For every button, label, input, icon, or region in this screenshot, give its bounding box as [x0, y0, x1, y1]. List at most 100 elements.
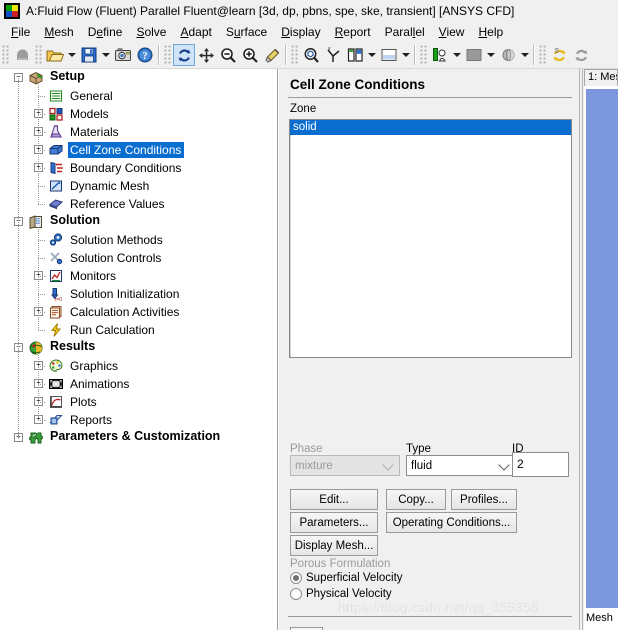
title-bar: A:Fluid Flow (Fluent) Parallel Fluent@le…	[0, 0, 618, 22]
toolbar-grip[interactable]	[291, 45, 298, 65]
lighting-head-icon[interactable]	[429, 44, 451, 66]
edit-button[interactable]: Edit...	[290, 489, 378, 510]
type-value: fluid	[411, 459, 433, 472]
toolbar-grip[interactable]	[539, 45, 546, 65]
animations-film-icon	[48, 376, 64, 392]
reference-values-icon	[48, 196, 64, 212]
graphics-palette-icon	[48, 358, 64, 374]
menu-adapt[interactable]: Adapt	[173, 23, 218, 41]
toolbar-grip[interactable]	[420, 45, 427, 65]
tree-connector	[38, 384, 46, 385]
id-input[interactable]: 2	[512, 452, 569, 477]
render-solid-icon[interactable]	[497, 44, 519, 66]
tree-connector	[38, 294, 46, 295]
tree-connector	[38, 240, 46, 241]
display-mesh-button[interactable]: Display Mesh...	[290, 535, 378, 556]
viewport-dropdown-arrow[interactable]	[366, 44, 378, 66]
open-dropdown-arrow[interactable]	[66, 44, 78, 66]
zone-list[interactable]: solid	[289, 119, 572, 358]
page-title: Cell Zone Conditions	[290, 77, 425, 92]
toolbar-separator	[158, 45, 160, 65]
zoom-fit-box-icon[interactable]	[300, 44, 322, 66]
zone-list-item[interactable]: solid	[290, 120, 571, 135]
phase-combo[interactable]: mixture	[290, 455, 400, 476]
radio-superficial-velocity[interactable]: Superficial Velocity	[290, 572, 403, 584]
toolbar-separator	[285, 45, 287, 65]
zoom-out-icon[interactable]	[217, 44, 239, 66]
save-dropdown-arrow[interactable]	[100, 44, 112, 66]
toolbar-grip[interactable]	[2, 45, 9, 65]
color-dropdown-arrow[interactable]	[485, 44, 497, 66]
run-lightning-icon	[48, 322, 64, 338]
radio-physical-velocity[interactable]: Physical Velocity	[290, 588, 392, 600]
menu-parallel[interactable]: Parallel	[378, 23, 432, 41]
viewport-layout-icon[interactable]	[344, 44, 366, 66]
tree-connector	[38, 150, 46, 151]
operating-conditions-button[interactable]: Operating Conditions...	[386, 512, 517, 533]
pan-move-icon[interactable]	[195, 44, 217, 66]
tree-connector	[38, 168, 46, 169]
menu-mesh[interactable]: Mesh	[37, 23, 80, 41]
tree-connector	[38, 330, 46, 331]
toolbar-grip[interactable]	[164, 45, 171, 65]
reports-page-icon	[48, 412, 64, 428]
tree-item-label: Results	[50, 339, 96, 353]
refresh-grey-icon[interactable]	[570, 44, 592, 66]
tree-connector	[38, 366, 46, 367]
menu-display[interactable]: Display	[274, 23, 327, 41]
camera-icon[interactable]	[112, 44, 134, 66]
mesh-canvas[interactable]	[586, 89, 618, 608]
sync-yellow-icon[interactable]: S	[548, 44, 570, 66]
tree-item-label: Solution Methods	[70, 233, 163, 247]
tree-item-label: Calculation Activities	[70, 305, 180, 319]
menu-define[interactable]: Define	[81, 23, 130, 41]
help-question-icon[interactable]: ?	[134, 44, 156, 66]
copy-button[interactable]: Copy...	[386, 489, 446, 510]
rotate-refresh-icon[interactable]	[173, 44, 195, 66]
menu-report[interactable]: Report	[328, 23, 378, 41]
tree-item-label: Solution	[50, 213, 100, 227]
tree-connector	[38, 353, 39, 420]
tree-item-label: Plots	[70, 395, 97, 409]
radio-off-icon	[290, 588, 302, 600]
render-dropdown-arrow[interactable]	[519, 44, 531, 66]
background-dropdown-arrow[interactable]	[400, 44, 412, 66]
stop-button-icon[interactable]	[11, 44, 33, 66]
save-disk-icon[interactable]	[78, 44, 100, 66]
tree-item-results[interactable]: −Results	[0, 339, 277, 357]
color-swatch-icon[interactable]	[463, 44, 485, 66]
tree-item-setup[interactable]: −Setup	[0, 69, 277, 87]
tree-connector	[38, 312, 46, 313]
type-combo[interactable]: fluid	[406, 455, 516, 476]
setup-box-icon	[28, 70, 44, 86]
tree-item-label: Reference Values	[70, 197, 165, 211]
outline-tree-panel[interactable]: −SetupGeneral+Models+Materials+Cell Zone…	[0, 69, 278, 630]
tree-item-solution[interactable]: −Solution	[0, 213, 277, 231]
background-color-icon[interactable]	[378, 44, 400, 66]
probe-pick-icon[interactable]	[261, 44, 283, 66]
radio-physical-velocity-label: Physical Velocity	[306, 588, 392, 600]
tree-item-label: General	[70, 89, 113, 103]
open-folder-icon[interactable]	[44, 44, 66, 66]
tree-connector	[38, 402, 46, 403]
tree-item-label: Cell Zone Conditions	[68, 142, 185, 158]
graphics-tab-mesh[interactable]: 1: Mesh	[584, 69, 618, 86]
parameters-button[interactable]: Parameters...	[290, 512, 378, 533]
solution-controls-icon	[48, 250, 64, 266]
lighting-dropdown-arrow[interactable]	[451, 44, 463, 66]
toolbar-grip[interactable]	[35, 45, 42, 65]
main-toolbar: ? y S	[0, 42, 618, 69]
profiles-button[interactable]: Profiles...	[451, 489, 517, 510]
svg-text:y: y	[328, 47, 331, 52]
zoom-in-icon[interactable]	[239, 44, 261, 66]
tree-item-label: Models	[70, 107, 109, 121]
menu-solve[interactable]: Solve	[129, 23, 173, 41]
menu-file[interactable]: File	[4, 23, 37, 41]
svg-text:S: S	[554, 48, 559, 55]
menu-surface[interactable]: Surface	[219, 23, 274, 41]
fluent-app-icon	[4, 3, 20, 19]
axis-tripod-icon[interactable]: y	[322, 44, 344, 66]
menu-help[interactable]: Help	[471, 23, 510, 41]
menu-view[interactable]: View	[432, 23, 472, 41]
tree-item-parameters-customization[interactable]: +Parameters & Customization	[0, 429, 277, 447]
